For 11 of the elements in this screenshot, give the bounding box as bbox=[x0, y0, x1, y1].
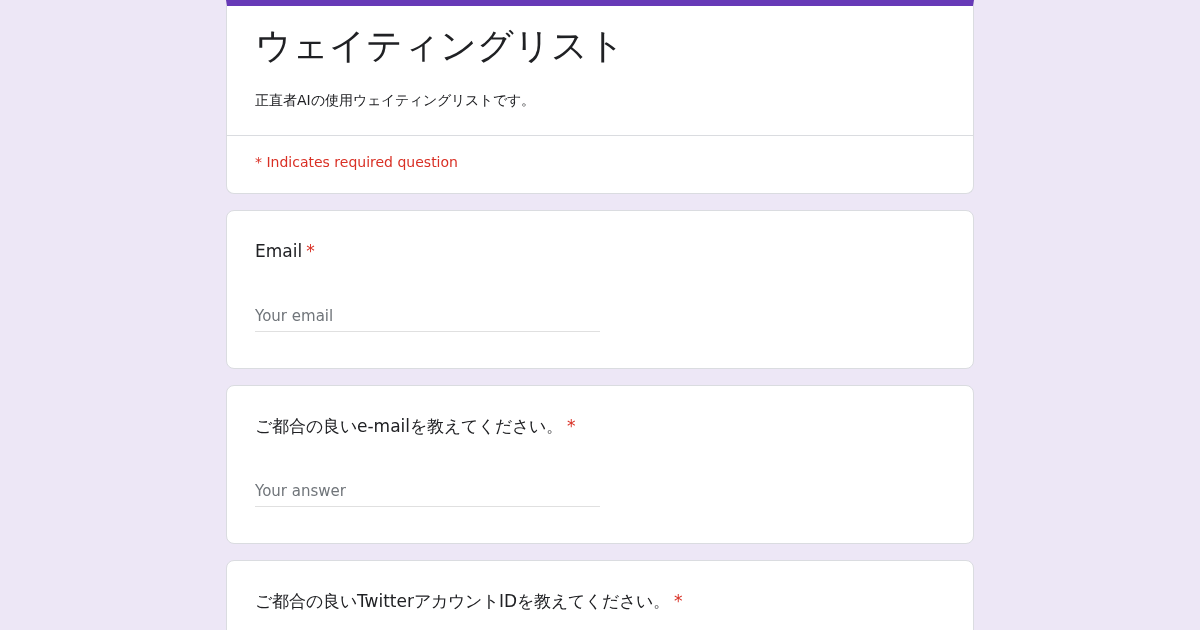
question-label: ご都合の良いTwitterアカウントIDを教えてください。 bbox=[255, 590, 671, 613]
question-label: ご都合の良いe-mailを教えてください。 bbox=[255, 415, 564, 438]
required-asterisk: * bbox=[567, 415, 576, 438]
form-description: 正直者AIの使用ウェイティングリストです。 bbox=[255, 91, 536, 110]
required-asterisk: * bbox=[674, 590, 683, 613]
answer-field[interactable]: Your answer bbox=[255, 479, 600, 507]
answer-field[interactable]: Your email bbox=[255, 304, 600, 332]
required-note: * Indicates required question bbox=[254, 153, 459, 172]
form-title: ウェイティングリスト bbox=[255, 24, 626, 68]
question-label: Email bbox=[255, 240, 303, 263]
required-asterisk: * bbox=[306, 240, 315, 263]
